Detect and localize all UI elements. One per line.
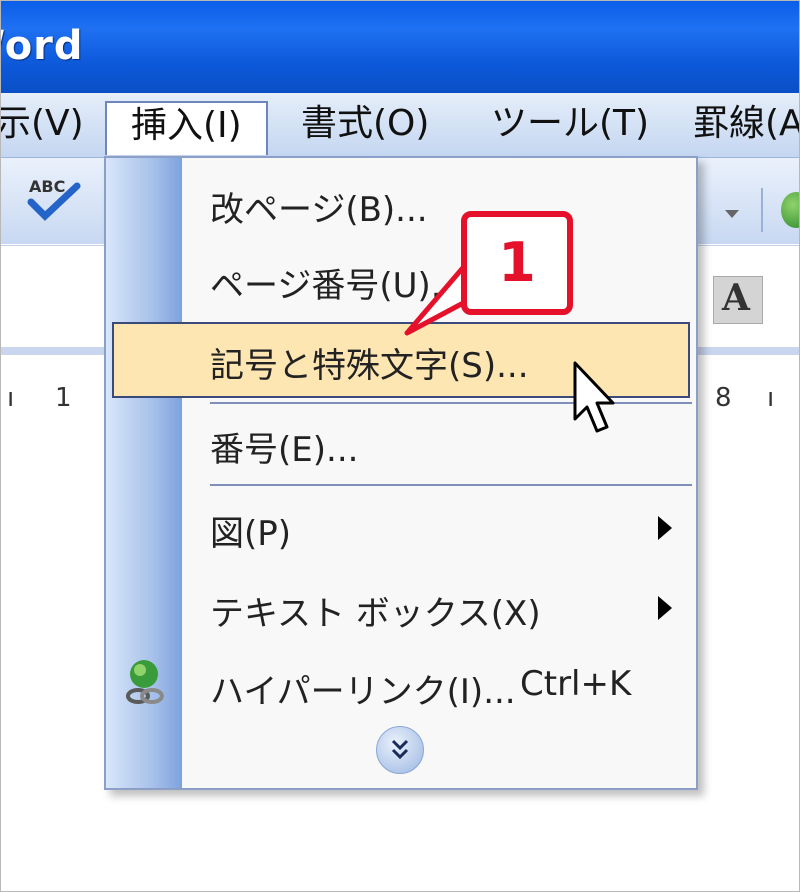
mouse-cursor-icon	[573, 361, 615, 433]
menu-item-picture[interactable]: 図(P)	[210, 506, 291, 555]
menu-item-text-box[interactable]: テキスト ボックス(X)	[210, 586, 541, 635]
ruler-tick: ı	[7, 383, 15, 413]
toolbar-separator	[761, 188, 763, 232]
menu-view[interactable]: 示(V)	[1, 101, 84, 147]
submenu-arrow-icon	[658, 516, 672, 540]
screenshot-frame: Word 示(V) 挿入(I) 書式(O) ツール(T) 罫線(A ABC A …	[0, 0, 800, 892]
menu-table[interactable]: 罫線(A	[693, 101, 799, 147]
menu-item-hyperlink[interactable]: ハイパーリンク(I)...	[210, 664, 516, 713]
hyperlink-icon	[124, 658, 164, 708]
title-bar: Word	[1, 1, 799, 93]
step-callout: 1	[461, 211, 573, 315]
toolbar-dropdown-arrow-icon[interactable]	[725, 210, 739, 218]
menu-item-symbol[interactable]: 記号と特殊文字(S)...	[210, 338, 529, 387]
spelling-icon[interactable]: ABC	[23, 172, 83, 228]
hyperlink-shortcut: Ctrl+K	[520, 664, 632, 704]
menu-separator	[210, 484, 692, 486]
menu-bar: 示(V) 挿入(I) 書式(O) ツール(T) 罫線(A	[1, 93, 799, 158]
menu-insert[interactable]: 挿入(I)	[105, 101, 268, 155]
submenu-arrow-icon	[658, 596, 672, 620]
menu-item-numbering[interactable]: 番号(E)...	[210, 422, 358, 471]
globe-toolbar-icon[interactable]	[781, 192, 799, 228]
font-color-label: A	[722, 277, 750, 319]
ruler-mark-right: 8	[715, 383, 732, 413]
window-title: Word	[1, 23, 84, 69]
font-color-button[interactable]: A	[713, 276, 763, 324]
ruler-tick: ı	[767, 383, 775, 413]
menu-item-page-break[interactable]: 改ページ(B)...	[210, 182, 428, 231]
step-number: 1	[498, 231, 536, 294]
expand-menu-icon[interactable]	[376, 726, 424, 774]
spell-label: ABC	[29, 177, 65, 196]
ruler-mark-left: 1	[55, 383, 72, 413]
menu-tools[interactable]: ツール(T)	[491, 101, 649, 147]
menu-format[interactable]: 書式(O)	[301, 101, 429, 147]
insert-menu-dropdown: 改ページ(B)... ページ番号(U)... 記号と特殊文字(S)... 番号(…	[104, 156, 698, 790]
